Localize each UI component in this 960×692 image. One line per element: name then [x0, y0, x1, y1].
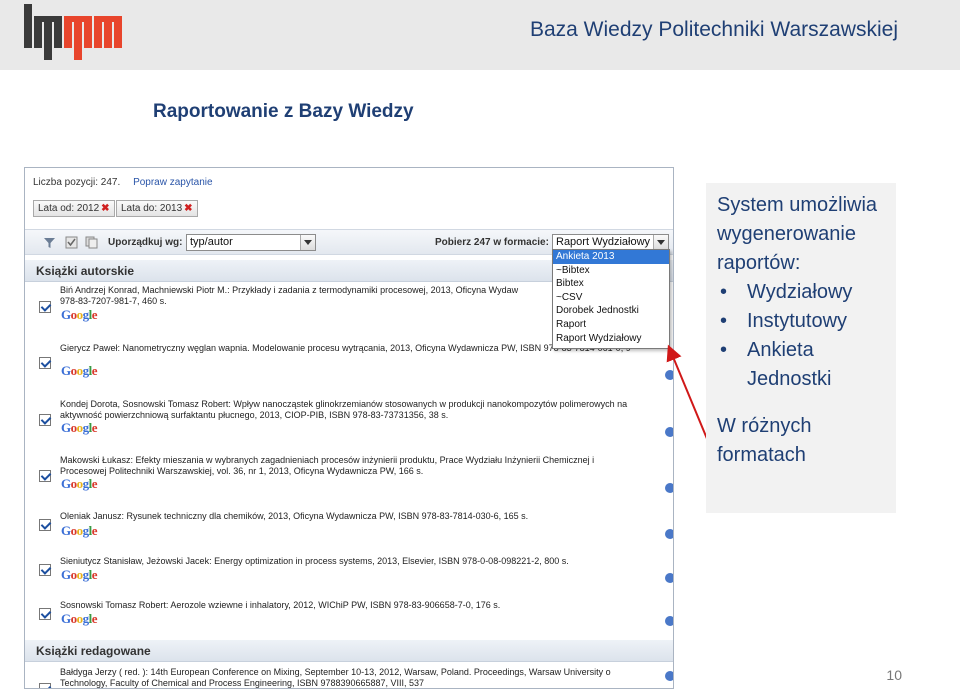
entry-checkbox[interactable] — [39, 683, 51, 688]
callout-outro: W różnych formatach — [717, 415, 812, 466]
info-icon[interactable] — [665, 573, 673, 583]
correct-query-link[interactable]: Popraw zapytanie — [133, 177, 213, 188]
info-icon[interactable] — [665, 671, 673, 681]
filter-chip-label: Lata od: 2012 — [38, 203, 100, 214]
callout-intro: System umożliwia wygenerowanie raportów: — [717, 194, 878, 274]
header-bar: Baza Wiedzy Politechniki Warszawskiej — [0, 0, 960, 70]
header-title: Baza Wiedzy Politechniki Warszawskiej — [529, 18, 898, 41]
google-scholar-icon[interactable]: Google — [61, 476, 98, 492]
entry-text: Oleniak Janusz: Rysunek techniczny dla c… — [60, 511, 529, 521]
report-type-item: Ankieta Jednostki — [717, 336, 885, 394]
filter-icon[interactable] — [43, 236, 56, 249]
info-icon[interactable] — [665, 427, 673, 437]
entry-text: Sosnowski Tomasz Robert: Aerozole wziewn… — [60, 600, 501, 610]
report-types-list: Wydziałowy Instytutowy Ankieta Jednostki — [717, 278, 885, 394]
entry-text: Sieniutycz Stanisław, Jeżowski Jacek: En… — [60, 556, 569, 566]
entry-checkbox[interactable] — [39, 357, 51, 369]
info-icon[interactable] — [665, 529, 673, 539]
chevron-down-icon[interactable] — [653, 235, 668, 250]
chevron-down-icon[interactable] — [300, 235, 315, 250]
entry-checkbox[interactable] — [39, 608, 51, 620]
info-icon[interactable] — [665, 370, 673, 380]
count-label: Liczba pozycji: 247. — [33, 177, 121, 188]
section-header: Książki redagowane — [25, 640, 673, 662]
page-number: 10 — [886, 667, 902, 683]
google-scholar-icon[interactable]: Google — [61, 307, 98, 323]
entry-text: Kondej Dorota, Sosnowski Tomasz Robert: … — [60, 399, 628, 420]
format-option[interactable]: Ankieta 2013 — [553, 250, 669, 264]
sort-select[interactable]: typ/autor — [186, 234, 316, 251]
select-all-icon[interactable] — [65, 236, 78, 249]
pw-logo — [24, 4, 122, 60]
format-select-value: Raport Wydziałowy — [556, 236, 651, 248]
remove-filter-icon[interactable]: ✖ — [101, 203, 109, 214]
format-option[interactable]: Bibtex — [553, 277, 669, 291]
google-scholar-icon[interactable]: Google — [61, 420, 98, 436]
google-scholar-icon[interactable]: Google — [61, 363, 98, 379]
download-label: Pobierz 247 w formacie: — [435, 237, 549, 248]
sort-label: Uporządkuj wg: — [108, 237, 183, 248]
entry-checkbox[interactable] — [39, 414, 51, 426]
copy-icon[interactable] — [85, 236, 98, 249]
slide: Baza Wiedzy Politechniki Warszawskiej Ra… — [0, 0, 960, 692]
entry-checkbox[interactable] — [39, 564, 51, 576]
format-option[interactable]: ~Bibtex — [553, 264, 669, 278]
entry-text: Bałdyga Jerzy ( red. ): 14th European Co… — [60, 667, 611, 688]
format-option[interactable]: Raport — [553, 318, 669, 332]
remove-filter-icon[interactable]: ✖ — [184, 203, 192, 214]
google-scholar-icon[interactable]: Google — [61, 567, 98, 583]
entry-text: Makowski Łukasz: Efekty mieszania w wybr… — [60, 455, 595, 476]
google-scholar-icon[interactable]: Google — [61, 611, 98, 627]
filter-chip-to[interactable]: Lata do: 2013 ✖ — [116, 200, 198, 217]
sort-select-value: typ/autor — [190, 236, 233, 248]
slide-title: Raportowanie z Bazy Wiedzy — [153, 101, 414, 122]
report-type-item: Instytutowy — [717, 307, 885, 336]
report-screenshot: Liczba pozycji: 247. Popraw zapytanie La… — [24, 167, 674, 689]
format-dropdown-list: Ankieta 2013 ~Bibtex Bibtex ~CSV Dorobek… — [552, 249, 670, 349]
format-option[interactable]: Raport Wydziałowy — [553, 332, 669, 346]
entry-checkbox[interactable] — [39, 470, 51, 482]
entry-checkbox[interactable] — [39, 301, 51, 313]
callout-box: System umożliwia wygenerowanie raportów:… — [706, 183, 896, 513]
format-option[interactable]: Dorobek Jednostki — [553, 304, 669, 318]
filter-chip-label: Lata do: 2013 — [121, 203, 183, 214]
google-scholar-icon[interactable]: Google — [61, 523, 98, 539]
report-type-item: Wydziałowy — [717, 278, 885, 307]
count-row: Liczba pozycji: 247. Popraw zapytanie — [33, 177, 213, 188]
entry-checkbox[interactable] — [39, 519, 51, 531]
format-option[interactable]: ~CSV — [553, 291, 669, 305]
info-icon[interactable] — [665, 616, 673, 626]
info-icon[interactable] — [665, 483, 673, 493]
filter-chip-from[interactable]: Lata od: 2012 ✖ — [33, 200, 115, 217]
